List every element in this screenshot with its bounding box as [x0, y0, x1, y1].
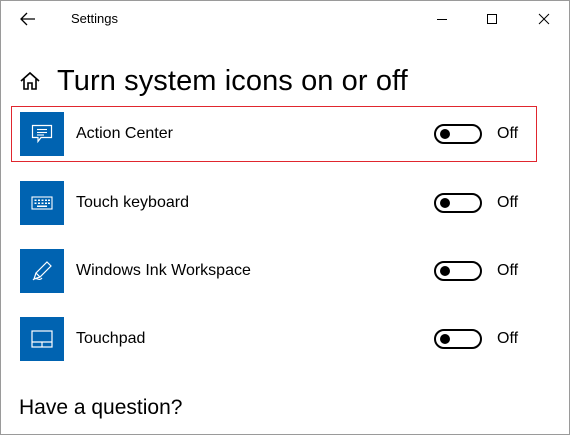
toggle-state: Off	[497, 125, 519, 142]
keyboard-icon	[31, 196, 53, 210]
page-header: Turn system icons on or off	[19, 61, 408, 101]
toggle-knob	[440, 129, 450, 139]
setting-label: Windows Ink Workspace	[76, 262, 251, 279]
toggle-state: Off	[497, 262, 519, 279]
action-center-icon	[31, 124, 53, 144]
minimize-button[interactable]	[419, 1, 465, 37]
windows-ink-toggle[interactable]	[434, 261, 482, 281]
setting-row-action-center[interactable]: Action Center Off	[11, 106, 537, 162]
help-heading: Have a question?	[19, 396, 183, 419]
setting-row-windows-ink-workspace[interactable]: Windows Ink Workspace Off	[11, 249, 537, 305]
settings-window: Settings Turn system icons on or off Act…	[0, 0, 570, 435]
windows-ink-tile	[20, 249, 64, 293]
toggle-state: Off	[497, 330, 519, 347]
pen-icon	[32, 261, 52, 281]
touch-keyboard-toggle[interactable]	[434, 193, 482, 213]
setting-label: Touchpad	[76, 330, 146, 347]
minimize-icon	[437, 19, 447, 20]
maximize-icon	[487, 14, 497, 24]
touchpad-toggle[interactable]	[434, 329, 482, 349]
home-icon[interactable]	[19, 70, 41, 92]
touchpad-icon	[31, 330, 53, 348]
close-button[interactable]	[521, 1, 567, 37]
back-button[interactable]	[11, 5, 45, 33]
touchpad-tile	[20, 317, 64, 361]
action-center-tile	[20, 112, 64, 156]
setting-row-touchpad[interactable]: Touchpad Off	[11, 317, 537, 373]
action-center-toggle[interactable]	[434, 124, 482, 144]
title-bar: Settings	[1, 1, 569, 37]
close-icon	[538, 13, 550, 25]
touch-keyboard-tile	[20, 181, 64, 225]
setting-label: Touch keyboard	[76, 194, 189, 211]
page-title: Turn system icons on or off	[57, 64, 408, 97]
maximize-button[interactable]	[469, 1, 515, 37]
window-title: Settings	[71, 11, 118, 26]
setting-row-touch-keyboard[interactable]: Touch keyboard Off	[11, 181, 537, 237]
back-arrow-icon	[20, 12, 35, 26]
setting-label: Action Center	[76, 125, 173, 142]
toggle-knob	[440, 266, 450, 276]
toggle-knob	[440, 198, 450, 208]
toggle-knob	[440, 334, 450, 344]
toggle-state: Off	[497, 194, 519, 211]
